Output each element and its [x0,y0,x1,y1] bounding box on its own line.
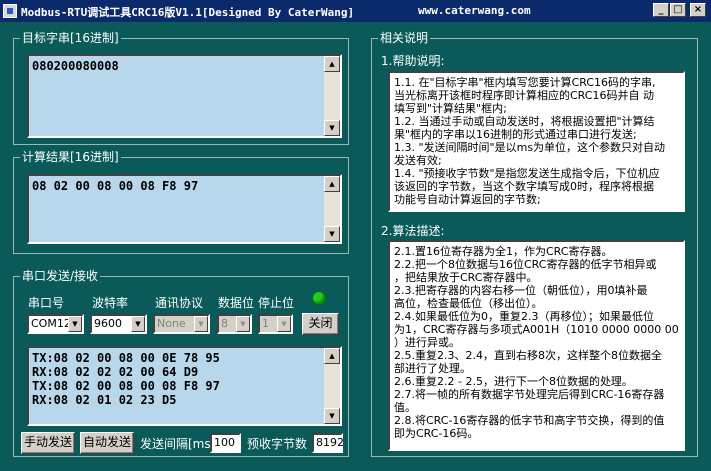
serial-log-text: TX:08 02 00 08 00 0E 78 95 RX:08 02 02 02… [32,351,322,407]
algo-line: 部进行了处理。 [394,362,471,375]
databits-select[interactable]: 8 ▼ [217,314,252,334]
close-window-button[interactable]: × [690,3,706,17]
algo-line: 高位，检查最低位（移出位）。 [394,297,543,310]
databits-label: 数据位 [218,296,255,310]
result-scrollbar[interactable]: ▲ ▼ [324,176,340,242]
scroll-down-icon[interactable]: ▼ [324,120,340,136]
scroll-down-icon[interactable]: ▼ [324,408,340,424]
port-select[interactable]: COM12 ▼ [27,314,84,334]
stopbits-label: 停止位 [258,296,295,310]
predict-label: 预收字节数 [247,437,308,451]
app-icon [3,4,17,18]
chevron-down-icon[interactable]: ▼ [68,316,82,332]
title-bar[interactable]: Modbus-RTU调试工具CRC16版V1.1[Designed By Cat… [0,0,711,22]
stopbits-value: 1 [262,317,269,330]
algo-line: 2.5.重复2.3、2.4，直到右移8次，这样整个8位数据全 [394,349,662,362]
algo-text-box: 2.1.置16位寄存器为全1，作为CRC寄存器。 2.2.把一个8位数据与16位C… [388,240,685,451]
algo-line: 2.4.如果最低位为0，重复2.3（再移位）；如果最低位 [394,310,654,323]
log-line: RX:08 02 01 02 23 D5 [32,393,177,407]
algo-line: 2.6.重复2.2 - 2.5，进行下一个8位数据的处理。 [394,375,633,388]
help-line: 填写到"计算结果"框内; [394,102,507,115]
algo-line: ）进行异或。 [394,336,460,349]
help-line: 果"框内的字串以16进制的形式通过串口进行发送; [394,128,637,141]
help-heading: 1.帮助说明: [381,54,445,68]
log-scrollbar[interactable]: ▲ ▼ [324,348,340,424]
scroll-up-icon[interactable]: ▲ [324,56,340,72]
help-line: 1.1. 在"目标字串"框内填写您要计算CRC16码的字串, [394,76,656,89]
status-led [312,291,326,305]
window-title: Modbus-RTU调试工具CRC16版V1.1[Designed By Cat… [21,6,355,19]
help-line: 1.3. "发送间隔时间"是以ms为单位，这个参数只对自动 [394,141,666,154]
chevron-down-icon[interactable]: ▼ [131,316,145,332]
stopbits-select[interactable]: 1 ▼ [258,314,293,334]
about-title: 相关说明 [378,31,431,45]
scroll-up-icon[interactable]: ▲ [324,176,340,192]
algo-line: 2.7.将一帧的所有数据字节处理完后得到CRC-16寄存器 [394,388,665,401]
baud-value: 9600 [94,317,122,330]
chevron-down-icon[interactable]: ▼ [236,316,250,332]
log-line: TX:08 02 00 08 00 0E 78 95 [32,351,220,365]
protocol-select[interactable]: None ▼ [153,314,210,334]
port-label: 串口号 [28,296,65,310]
log-line: TX:08 02 00 08 00 08 F8 97 [32,379,220,393]
databits-value: 8 [221,317,228,330]
algo-line: 为1，CRC寄存器与多项式A001H（1010 0000 0000 0001 [394,323,679,336]
manual-send-button[interactable]: 手动发送 [21,432,75,454]
serial-title: 串口发送/接收 [20,269,101,283]
help-line: 1.4. "预接收字节数"是指您发送生成指令后，下位机应 [394,167,660,180]
algo-line: 2.8.将CRC-16寄存器的低字节和高字节交换，得到的值 [394,414,665,427]
result-title: 计算结果[16进制] [20,150,121,164]
algo-line: 2.2.把一个8位数据与16位CRC寄存器的低字节相异或 [394,258,657,271]
interval-label: 发送间隔[ms] [140,437,216,451]
interval-input[interactable]: 100 [210,433,241,453]
port-value: COM12 [31,317,71,330]
help-line: 功能号自动计算返回的字节数; [394,193,541,206]
target-scrollbar[interactable]: ▲ ▼ [324,56,340,136]
close-port-button[interactable]: 关闭 [302,313,339,335]
website-url: www.caterwang.com [418,4,531,17]
target-line: 080200080008 [32,59,119,73]
maximize-button[interactable]: □ [670,3,686,17]
log-line: RX:08 02 02 02 00 64 D9 [32,365,199,379]
chevron-down-icon[interactable]: ▼ [277,316,291,332]
scroll-up-icon[interactable]: ▲ [324,348,340,364]
algo-line: 值。 [394,401,416,414]
minimize-button[interactable]: _ [653,3,669,17]
target-string-input[interactable]: 080200080008 ▲ ▼ [27,54,342,138]
chevron-down-icon[interactable]: ▼ [194,316,208,332]
help-text: 1.1. 在"目标字串"框内填写您要计算CRC16码的字串, 当光标离开该框时程序… [394,76,679,206]
auto-send-button[interactable]: 自动发送 [80,432,134,454]
help-text-box: 1.1. 在"目标字串"框内填写您要计算CRC16码的字串, 当光标离开该框时程序… [388,71,685,212]
algo-line: 2.1.置16位寄存器为全1，作为CRC寄存器。 [394,245,613,258]
algo-line: 即为CRC-16码。 [394,427,479,440]
scroll-down-icon[interactable]: ▼ [324,226,340,242]
baud-select[interactable]: 9600 ▼ [90,314,147,334]
protocol-label: 通讯协议 [155,296,204,310]
target-string-title: 目标字串[16进制] [20,31,121,45]
algo-heading: 2.算法描述: [381,224,445,238]
result-text: 08 02 00 08 00 08 F8 97 [32,179,322,193]
algo-line: 2.3.把寄存器的内容右移一位（朝低位），用0填补最 [394,284,648,297]
baud-label: 波特率 [92,296,129,310]
help-line: 当光标离开该框时程序即计算相应的CRC16码并自 动 [394,89,654,102]
result-line: 08 02 00 08 00 08 F8 97 [32,179,199,193]
help-line: 该返回的字节数，当这个数字填写成0时，程序将根据 [394,180,654,193]
algo-line: ，把结果放于CRC寄存器中。 [394,271,538,284]
algo-text: 2.1.置16位寄存器为全1，作为CRC寄存器。 2.2.把一个8位数据与16位C… [394,245,679,440]
help-line: 1.2. 当通过手动或自动发送时，将根据设置把"计算结 [394,115,655,128]
help-line: 发送有效; [394,154,442,167]
protocol-value: None [157,317,186,330]
predict-input[interactable]: 8192 [312,433,344,453]
serial-log[interactable]: TX:08 02 00 08 00 0E 78 95 RX:08 02 02 02… [27,346,342,426]
result-output[interactable]: 08 02 00 08 00 08 F8 97 ▲ ▼ [27,174,342,244]
target-string-text: 080200080008 [32,59,322,73]
